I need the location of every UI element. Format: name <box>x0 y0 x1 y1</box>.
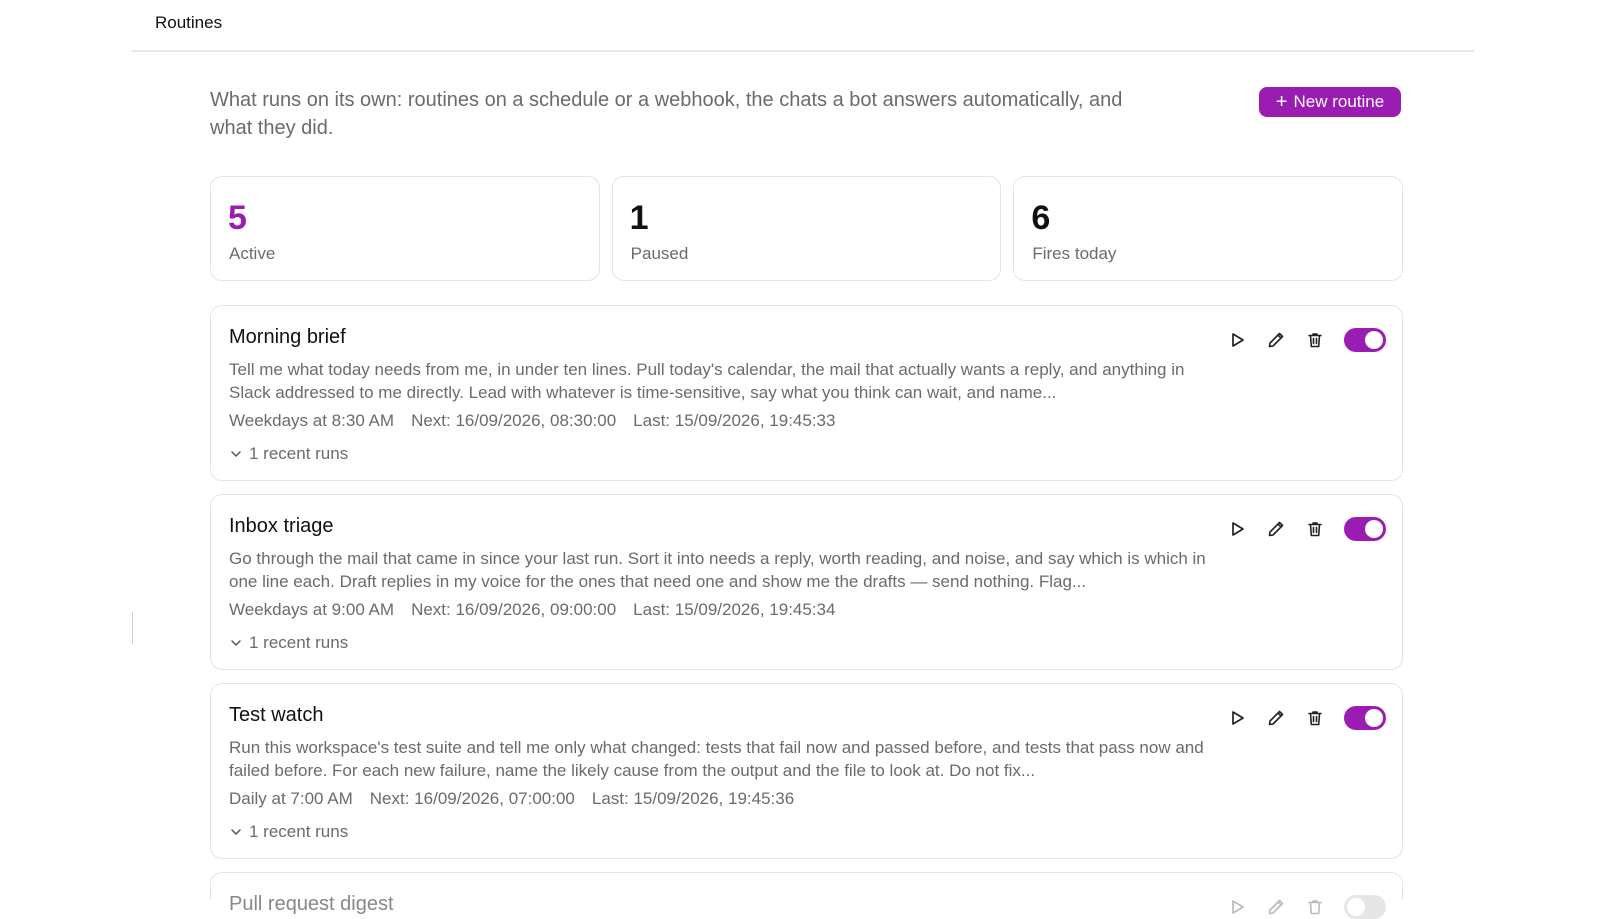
stat-active: 5 Active <box>210 176 600 281</box>
routine-meta: Weekdays at 9:00 AM Next: 16/09/2026, 09… <box>229 600 835 620</box>
routine-next-run: Next: 16/09/2026, 07:00:00 <box>369 789 575 808</box>
run-now-button[interactable] <box>1227 330 1247 350</box>
delete-button[interactable] <box>1305 519 1325 539</box>
trash-icon <box>1308 900 1322 915</box>
routine-description: Go through the mail that came in since y… <box>229 549 1206 591</box>
delete-button[interactable] <box>1305 897 1325 917</box>
routine-card-morning-brief: Morning brief Tell me what today needs f… <box>210 305 1403 481</box>
pencil-icon <box>1268 521 1284 537</box>
chevron-down-icon <box>231 829 241 835</box>
edit-button[interactable] <box>1266 519 1286 539</box>
toggle-knob <box>1365 520 1383 538</box>
chevron-down-icon <box>231 640 241 646</box>
edit-button[interactable] <box>1266 330 1286 350</box>
routine-card-inbox-triage: Inbox triage Go through the mail that ca… <box>210 494 1403 670</box>
toggle-knob <box>1347 898 1365 916</box>
routine-name: Inbox triage <box>229 515 334 537</box>
stat-label: Active <box>229 244 276 263</box>
routine-schedule: Weekdays at 8:30 AM <box>229 411 395 430</box>
chevron-down-icon <box>231 451 241 457</box>
recent-runs-toggle[interactable]: 1 recent runs <box>229 822 348 842</box>
page-title: Routines <box>155 13 223 32</box>
run-now-button[interactable] <box>1227 519 1247 539</box>
trash-icon <box>1308 522 1322 537</box>
routine-next-run: Next: 16/09/2026, 09:00:00 <box>411 600 617 619</box>
play-icon <box>1232 711 1244 725</box>
routine-meta: Weekdays at 8:30 AM Next: 16/09/2026, 08… <box>229 411 835 431</box>
play-icon <box>1232 900 1244 914</box>
new-routine-label: New routine <box>1293 92 1385 111</box>
play-icon <box>1232 522 1244 536</box>
trash-icon <box>1308 333 1322 348</box>
new-routine-button[interactable]: + New routine <box>1259 87 1401 117</box>
stat-paused: 1 Paused <box>611 176 1002 281</box>
pencil-icon <box>1268 332 1284 348</box>
routine-actions <box>1227 328 1386 352</box>
recent-runs-label: 1 recent runs <box>249 444 349 463</box>
pencil-icon <box>1268 710 1284 726</box>
routine-schedule: Weekdays at 9:00 AM <box>229 600 395 619</box>
stat-label: Paused <box>630 244 689 263</box>
routine-card-pull-request-digest: Pull request digest <box>210 872 1403 919</box>
top-bar: Routines <box>132 0 1474 52</box>
recent-runs-toggle[interactable]: 1 recent runs <box>229 444 348 464</box>
enabled-toggle[interactable] <box>1344 517 1386 541</box>
routine-actions <box>1227 895 1386 919</box>
toggle-knob <box>1365 709 1383 727</box>
routine-last-run: Last: 15/09/2026, 19:45:33 <box>633 411 836 430</box>
routine-name: Test watch <box>229 704 324 726</box>
edit-button[interactable] <box>1266 897 1286 917</box>
routine-name: Morning brief <box>229 326 346 348</box>
toggle-knob <box>1365 331 1383 349</box>
stat-value: 6 <box>1031 199 1051 237</box>
delete-button[interactable] <box>1305 708 1325 728</box>
stat-value: 1 <box>629 199 649 237</box>
routine-last-run: Last: 15/09/2026, 19:45:36 <box>591 789 795 808</box>
pencil-icon <box>1268 899 1284 915</box>
run-now-button[interactable] <box>1227 897 1247 917</box>
trash-icon <box>1308 711 1322 726</box>
enabled-toggle[interactable] <box>1344 706 1386 730</box>
enabled-toggle[interactable] <box>1344 328 1386 352</box>
play-icon <box>1232 333 1244 347</box>
routine-name: Pull request digest <box>229 893 394 915</box>
stat-value: 5 <box>228 199 247 237</box>
page-description: What runs on its own: routines on a sche… <box>210 89 1123 139</box>
routine-actions <box>1227 706 1386 730</box>
routine-meta: Daily at 7:00 AM Next: 16/09/2026, 07:00… <box>229 789 794 809</box>
routine-next-run: Next: 16/09/2026, 08:30:00 <box>411 411 617 430</box>
routine-actions <box>1227 517 1386 541</box>
routine-schedule: Daily at 7:00 AM <box>229 789 353 808</box>
stat-label: Fires today <box>1032 244 1117 263</box>
stat-fires-today: 6 Fires today <box>1013 176 1404 281</box>
run-now-button[interactable] <box>1227 708 1247 728</box>
sidebar-edge <box>132 612 133 644</box>
recent-runs-label: 1 recent runs <box>249 633 349 652</box>
routine-card-test-watch: Test watch Run this workspace's test sui… <box>210 683 1403 859</box>
stats-row: 5 Active 1 Paused 6 Fires today <box>210 176 1404 281</box>
delete-button[interactable] <box>1305 330 1325 350</box>
routine-last-run: Last: 15/09/2026, 19:45:34 <box>633 600 836 619</box>
recent-runs-toggle[interactable]: 1 recent runs <box>229 633 348 653</box>
routine-description: Tell me what today needs from me, in und… <box>229 360 1185 402</box>
enabled-toggle[interactable] <box>1344 895 1386 919</box>
edit-button[interactable] <box>1266 708 1286 728</box>
routine-description: Run this workspace's test suite and tell… <box>229 738 1204 780</box>
plus-icon: + <box>1275 91 1288 113</box>
recent-runs-label: 1 recent runs <box>249 822 349 841</box>
